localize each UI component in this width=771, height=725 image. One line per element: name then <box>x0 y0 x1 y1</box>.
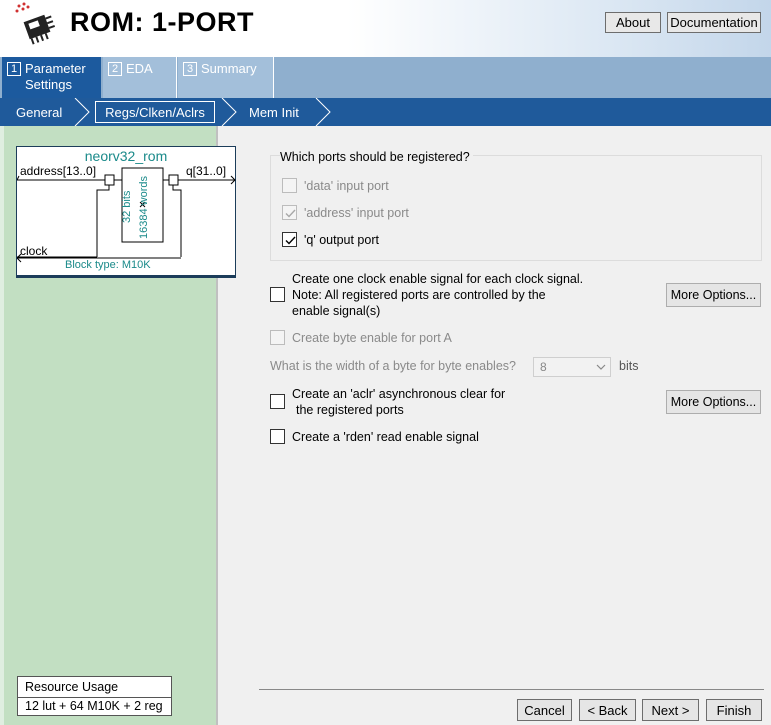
next-button[interactable]: Next > <box>642 699 699 721</box>
clock-enable-checkbox[interactable] <box>270 287 285 302</box>
tab-label-text: Parameter Settings <box>25 61 86 92</box>
byte-width-unit: bits <box>619 359 639 373</box>
clock-enable-label-line2: Note: All registered ports are controlle… <box>292 288 546 302</box>
address-input-checkbox[interactable] <box>282 205 297 220</box>
clock-enable-more-options-button[interactable]: More Options... <box>666 283 761 307</box>
diagram-module-name: neorv32_rom <box>84 148 168 164</box>
check-icon <box>285 209 296 218</box>
tab-parameter-settings[interactable]: 1 Parameter Settings <box>2 57 101 98</box>
subtab-regs-clken-aclrs[interactable]: Regs/Clken/Aclrs <box>95 101 215 123</box>
chevron-right-icon <box>315 98 331 126</box>
tab-eda[interactable]: 2 EDA <box>103 57 177 98</box>
documentation-button[interactable]: Documentation <box>667 12 761 33</box>
diagram-bits: 32 bits <box>121 190 133 223</box>
q-output-label: 'q' output port <box>304 233 379 247</box>
clock-enable-label-line1: Create one clock enable signal for each … <box>292 272 584 286</box>
byte-width-label: What is the width of a byte for byte ena… <box>270 359 516 373</box>
data-input-label: 'data' input port <box>304 179 389 193</box>
tab-number: 2 <box>108 62 122 76</box>
subtab-mem-init[interactable]: Mem Init <box>249 98 299 126</box>
diagram-q-port: q[31..0] <box>186 164 227 178</box>
finish-button[interactable]: Finish <box>706 699 762 721</box>
header: ROM: 1-PORT About Documentation <box>0 0 771 57</box>
subtab-general[interactable]: General <box>16 98 62 126</box>
aclr-checkbox[interactable] <box>270 394 285 409</box>
tab-label: Parameter Settings <box>25 61 95 93</box>
left-panel-edge <box>0 126 4 725</box>
rden-label: Create a 'rden' read enable signal <box>292 430 479 444</box>
q-output-checkbox[interactable] <box>282 232 297 247</box>
diagram-block-type: Block type: M10K <box>65 259 151 271</box>
ports-group-title: Which ports should be registered? <box>280 150 473 164</box>
clock-enable-label-line3: enable signal(s) <box>292 304 381 318</box>
address-input-label: 'address' input port <box>304 206 409 220</box>
page-title: ROM: 1-PORT <box>70 7 254 37</box>
diagram-clock-port: clock <box>20 244 48 258</box>
byte-width-value: 8 <box>540 360 547 374</box>
resource-usage-box: Resource Usage 12 lut + 64 M10K + 2 reg <box>17 676 172 716</box>
byte-enable-checkbox[interactable] <box>270 330 285 345</box>
resource-usage-heading: Resource Usage <box>25 680 119 694</box>
footer-divider <box>259 689 764 690</box>
diagram-words: 16384 words <box>138 176 150 239</box>
tab-number: 3 <box>183 62 197 76</box>
chevron-right-icon <box>74 98 90 126</box>
cancel-button[interactable]: Cancel <box>517 699 572 721</box>
chip-logo-icon <box>15 2 56 45</box>
byte-width-select[interactable]: 8 <box>533 357 611 377</box>
diagram-address-port: address[13..0] <box>20 164 97 178</box>
chevron-right-icon <box>221 98 237 126</box>
resource-usage-value: 12 lut + 64 M10K + 2 reg <box>25 699 163 713</box>
back-button[interactable]: < Back <box>579 699 636 721</box>
check-icon <box>285 236 296 245</box>
data-input-checkbox[interactable] <box>282 178 297 193</box>
divider <box>18 697 171 698</box>
aclr-label-line2: the registered ports <box>296 403 404 417</box>
rden-checkbox[interactable] <box>270 429 285 444</box>
aclr-more-options-button[interactable]: More Options... <box>666 390 761 414</box>
about-button[interactable]: About <box>605 12 661 33</box>
byte-enable-label: Create byte enable for port A <box>292 331 452 345</box>
subtab-bar: General Regs/Clken/Aclrs Mem Init <box>0 98 771 126</box>
aclr-label-line1: Create an 'aclr' asynchronous clear for <box>292 387 506 401</box>
block-diagram: neorv32_rom address[13..0] q[31..0] cloc… <box>16 146 236 278</box>
chevron-down-icon <box>596 364 606 370</box>
tab-summary[interactable]: 3 Summary <box>178 57 274 98</box>
tab-number: 1 <box>7 62 21 76</box>
tab-bar: 1 Parameter Settings 2 EDA 3 Summary <box>0 57 771 98</box>
tab-label: EDA <box>126 61 153 76</box>
tab-label: Summary <box>201 61 257 76</box>
